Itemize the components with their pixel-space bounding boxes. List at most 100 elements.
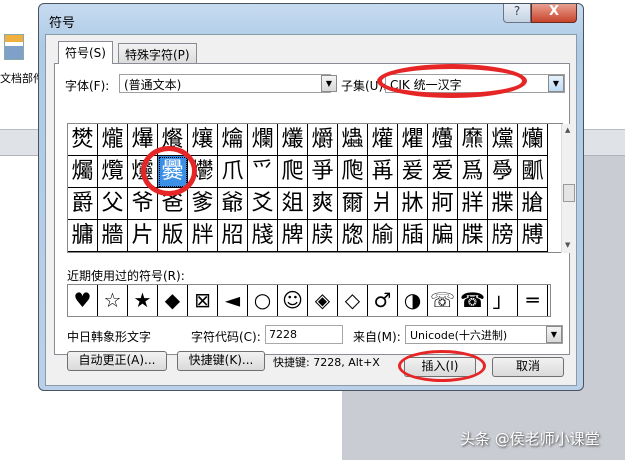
recent-symbol-cell[interactable]: ◆ xyxy=(158,285,188,316)
symbol-cell[interactable]: 爵 xyxy=(68,188,98,220)
symbol-cell[interactable]: 爖 xyxy=(98,124,128,156)
symbol-cell[interactable]: 爮 xyxy=(338,156,368,188)
symbol-cell[interactable]: 牒 xyxy=(458,220,488,252)
symbol-cell[interactable]: 牁 xyxy=(428,188,458,220)
scroll-down-icon[interactable]: ▼ xyxy=(565,241,570,249)
symbol-cell[interactable]: 燓 xyxy=(68,124,98,156)
symbol-cell[interactable]: 牄 xyxy=(518,188,548,220)
symbol-grid-scrollbar[interactable]: ▲ ▼ xyxy=(561,124,575,253)
recent-symbols-row[interactable]: ♥ ☆ ★ ◆ ⊠ ◄ ○ ☺ ◈ ◇ ♂ ◑ ☏ ☎」 ═ xyxy=(67,284,551,317)
symbol-cell[interactable]: 牀 xyxy=(398,188,428,220)
symbol-cell[interactable]: 爤 xyxy=(518,124,548,156)
symbol-cell[interactable]: 爼 xyxy=(278,188,308,220)
tab-special-characters[interactable]: 特殊字符(P) xyxy=(118,43,197,63)
symbol-grid[interactable]: 燓爖爗爘爙爚爛爜爝爞爟爠爡爢爣爤爥爦爧爨爩爪爫爬爭爮爯爰爱爲爳爴爵父爷爸爹爺爻爼… xyxy=(67,123,575,253)
symbol-cell[interactable]: 爜 xyxy=(278,124,308,156)
symbol-cell[interactable]: 爝 xyxy=(308,124,338,156)
char-code-input[interactable]: 7228 xyxy=(265,325,343,344)
recent-symbol-cell[interactable]: ◄ xyxy=(218,285,248,316)
recent-symbol-cell[interactable]: ◑ xyxy=(398,285,428,316)
symbol-cell[interactable]: 爺 xyxy=(218,188,248,220)
symbol-cell[interactable]: 爿 xyxy=(368,188,398,220)
scroll-thumb[interactable] xyxy=(563,184,575,202)
symbol-cell[interactable]: 牓 xyxy=(488,220,518,252)
recent-symbol-cell[interactable]: ◇ xyxy=(338,285,368,316)
symbol-cell[interactable]: 爚 xyxy=(218,124,248,156)
recent-symbol-cell[interactable]: ♥ xyxy=(68,285,98,316)
symbol-cell[interactable]: 牍 xyxy=(308,220,338,252)
symbol-cell[interactable]: 牋 xyxy=(248,220,278,252)
scroll-up-icon[interactable]: ▲ xyxy=(565,126,570,134)
symbol-cell[interactable]: 牃 xyxy=(488,188,518,220)
symbol-cell[interactable]: 爪 xyxy=(218,156,248,188)
symbol-cell[interactable]: 牑 xyxy=(428,220,458,252)
watermark: 头条 @侯老师小课堂 xyxy=(460,430,600,448)
symbol-cell[interactable]: 爴 xyxy=(518,156,548,188)
recent-symbol-cell[interactable]: ♂ xyxy=(368,285,398,316)
symbol-cell[interactable]: 爟 xyxy=(368,124,398,156)
symbol-cell[interactable]: 爭 xyxy=(308,156,338,188)
recent-symbol-cell[interactable]: ☎ xyxy=(458,285,488,316)
recent-symbol-cell[interactable]: ☆ xyxy=(98,285,128,316)
recent-symbol-cell[interactable]: 」 xyxy=(488,285,518,316)
symbol-cell[interactable]: 爫 xyxy=(248,156,278,188)
recent-symbol-cell[interactable]: ═ xyxy=(518,285,548,316)
symbol-cell[interactable]: 爢 xyxy=(458,124,488,156)
symbol-cell[interactable]: 爛 xyxy=(248,124,278,156)
symbol-cell[interactable]: 爾 xyxy=(338,188,368,220)
symbol-cell[interactable]: 爡 xyxy=(428,124,458,156)
symbol-cell[interactable]: 牌 xyxy=(278,220,308,252)
dialog-title: 符号 xyxy=(49,16,76,31)
symbol-cell[interactable]: 爷 xyxy=(128,188,158,220)
symbol-cell[interactable]: 牆 xyxy=(98,220,128,252)
symbol-cell[interactable]: 爥 xyxy=(68,156,98,188)
char-code-label: 字符代码(C): xyxy=(191,330,261,344)
font-select[interactable]: (普通文本) xyxy=(119,74,331,93)
recent-symbol-cell[interactable]: ☏ xyxy=(428,285,458,316)
symbol-cell[interactable]: 爳 xyxy=(488,156,518,188)
recent-symbol-cell[interactable]: ○ xyxy=(248,285,278,316)
symbol-cell[interactable]: 牐 xyxy=(398,220,428,252)
font-dropdown-arrow-icon[interactable]: ▼ xyxy=(321,75,337,92)
symbol-cell[interactable]: 爹 xyxy=(188,188,218,220)
autocorrect-button[interactable]: 自动更正(A)... xyxy=(67,351,167,371)
symbol-cell[interactable]: 爱 xyxy=(428,156,458,188)
recent-symbol-cell[interactable]: ☺ xyxy=(278,285,308,316)
symbol-cell[interactable]: 版 xyxy=(158,220,188,252)
subset-dropdown-arrow-icon[interactable]: ▼ xyxy=(548,75,564,92)
document-parts-icon[interactable] xyxy=(4,34,24,60)
help-button[interactable]: ? xyxy=(503,4,531,23)
recent-symbol-cell[interactable]: ◈ xyxy=(308,285,338,316)
from-dropdown-arrow-icon[interactable]: ▼ xyxy=(546,326,562,343)
symbol-cell[interactable]: 牔 xyxy=(518,220,548,252)
symbol-cell[interactable]: 爽 xyxy=(308,188,338,220)
symbol-cell[interactable]: 牎 xyxy=(338,220,368,252)
symbols-panel: 字体(F): (普通文本) ▼ 子集(U): CJK 统一汉字 ▼ 燓爖爗爘爙爚… xyxy=(54,63,575,371)
symbol-cell[interactable]: 爣 xyxy=(488,124,518,156)
symbol-cell[interactable]: 爙 xyxy=(188,124,218,156)
recent-symbol-cell[interactable]: ★ xyxy=(128,285,158,316)
recent-symbol-cell[interactable]: ⊠ xyxy=(188,285,218,316)
symbol-cell[interactable]: 牉 xyxy=(188,220,218,252)
symbol-cell[interactable]: 爰 xyxy=(398,156,428,188)
symbol-cell[interactable]: 片 xyxy=(128,220,158,252)
symbol-cell[interactable]: 爦 xyxy=(98,156,128,188)
symbol-cell[interactable]: 牊 xyxy=(218,220,248,252)
symbol-cell[interactable]: 爲 xyxy=(458,156,488,188)
symbol-cell[interactable]: 牂 xyxy=(458,188,488,220)
close-button[interactable]: X xyxy=(531,4,577,23)
tab-symbols[interactable]: 符号(S) xyxy=(58,41,113,64)
symbol-cell[interactable]: 爻 xyxy=(248,188,278,220)
annotation-circle xyxy=(141,146,197,196)
symbol-cell[interactable]: 爯 xyxy=(368,156,398,188)
symbol-cell[interactable]: 牏 xyxy=(368,220,398,252)
annotation-circle xyxy=(377,64,527,98)
symbol-cell[interactable]: 父 xyxy=(98,188,128,220)
from-select[interactable]: Unicode(十六进制) xyxy=(405,325,563,344)
symbol-cell[interactable]: 爠 xyxy=(398,124,428,156)
symbol-cell[interactable]: 爬 xyxy=(278,156,308,188)
shortcut-key-button[interactable]: 快捷键(K)... xyxy=(177,351,265,371)
cancel-button[interactable]: 取消 xyxy=(492,357,564,377)
symbol-cell[interactable]: 爞 xyxy=(338,124,368,156)
symbol-cell[interactable]: 牅 xyxy=(68,220,98,252)
